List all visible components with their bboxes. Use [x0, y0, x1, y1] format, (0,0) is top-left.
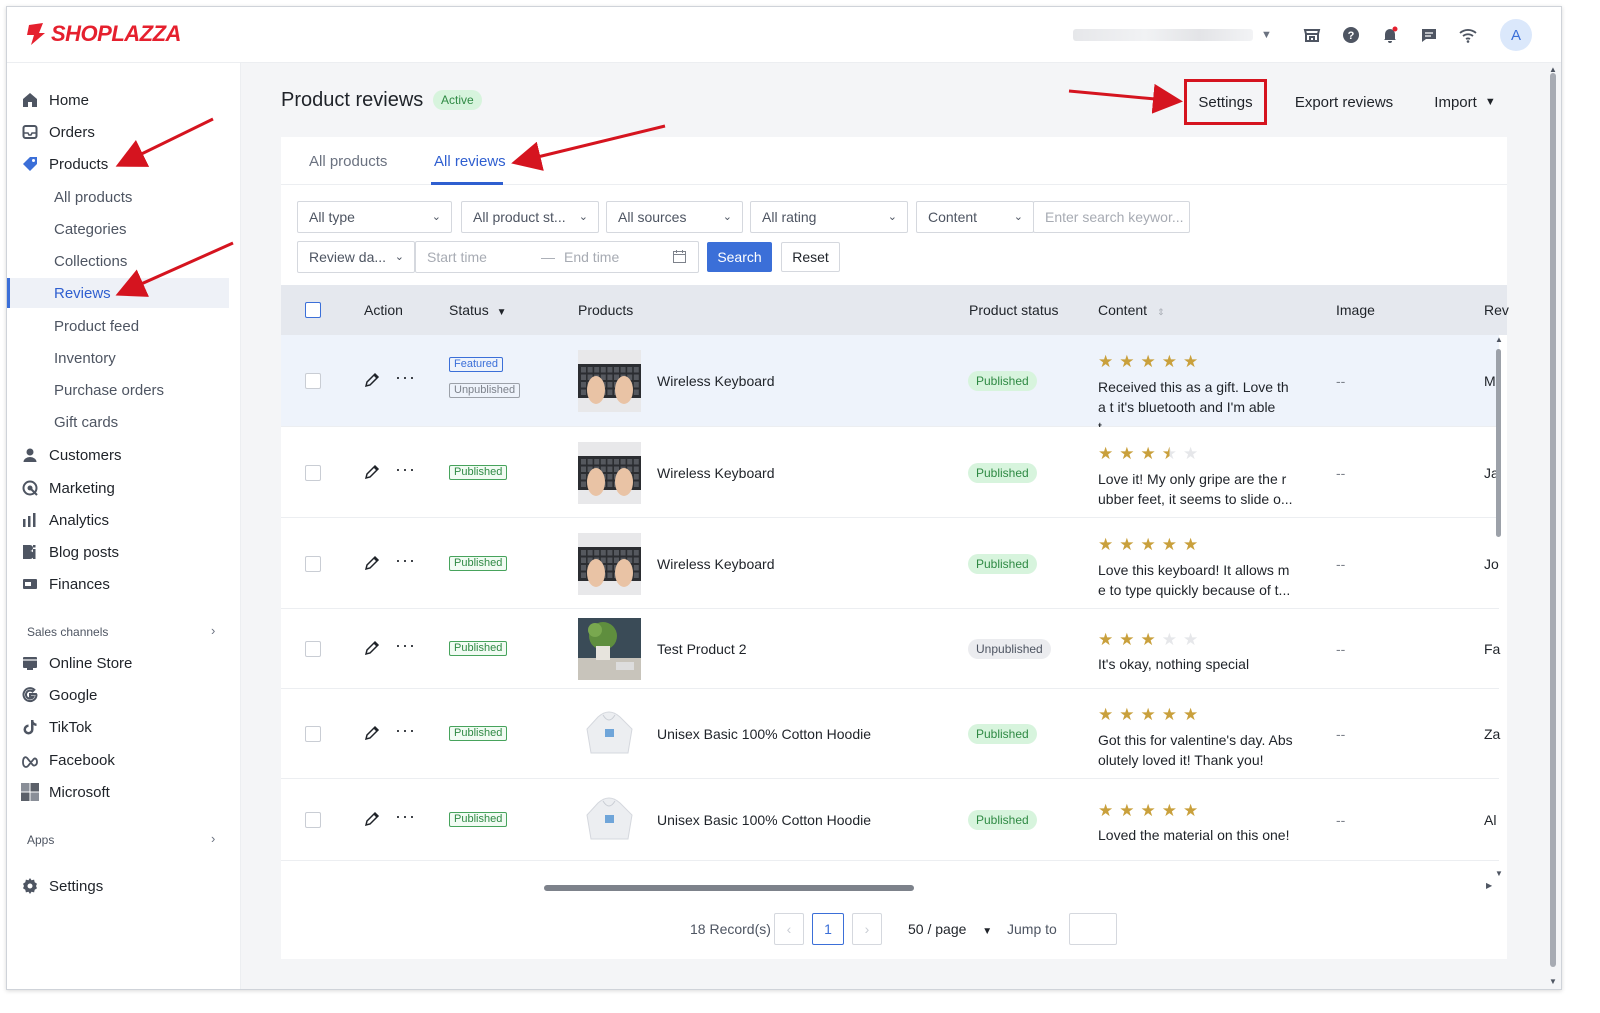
- arrow-to-reviews: [115, 241, 234, 297]
- annotation-arrows: [115, 83, 1183, 297]
- arrow-to-products: [115, 117, 214, 167]
- arrow-to-all-reviews-tab: [511, 124, 666, 171]
- arrow-to-settings: [1068, 83, 1183, 114]
- app-window: SHOPLAZZA ▼ ? A Home Orders Products All…: [6, 6, 1562, 990]
